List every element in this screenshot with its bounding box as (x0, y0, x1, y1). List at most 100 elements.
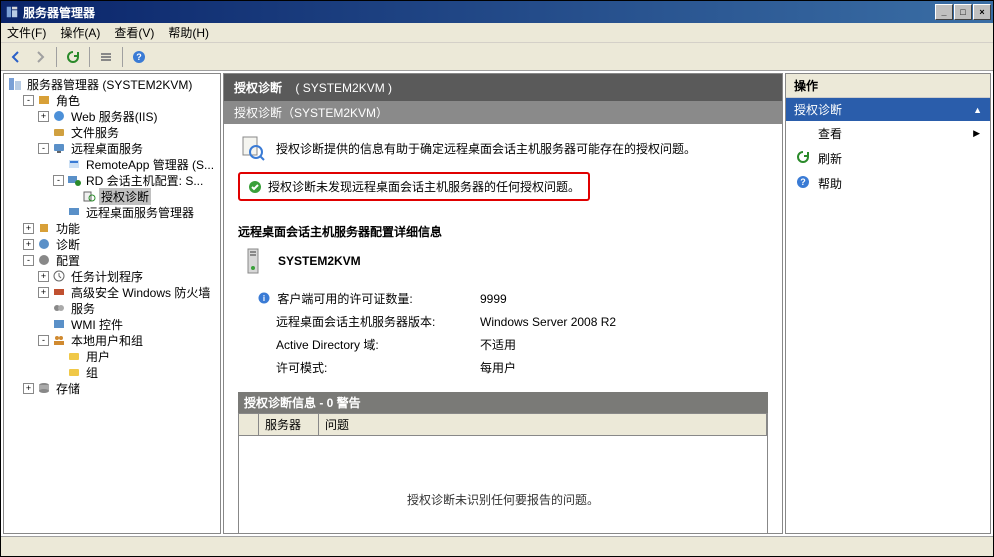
collapse-arrow-icon[interactable]: ▲ (973, 105, 982, 115)
menu-help[interactable]: 帮助(H) (168, 24, 209, 41)
expand-icon[interactable]: + (23, 383, 34, 394)
action-help[interactable]: ? 帮助 (786, 171, 990, 196)
server-name: SYSTEM2KVM (278, 254, 361, 268)
tree-node-storage[interactable]: + 存储 (8, 380, 218, 396)
action-refresh[interactable]: 刷新 (786, 146, 990, 171)
maximize-button[interactable]: □ (954, 4, 972, 20)
grid-header: 授权诊断信息 - 0 警告 (238, 392, 768, 413)
help-toolbar-button[interactable]: ? (128, 46, 150, 68)
tree-node-rdconfig[interactable]: - RD 会话主机配置: S... (8, 172, 218, 188)
tree-node-diagnostics[interactable]: + 诊断 (8, 236, 218, 252)
view-list-button[interactable] (95, 46, 117, 68)
tree-node-services[interactable]: 服务 (8, 300, 218, 316)
tree-node-root[interactable]: 服务器管理器 (SYSTEM2KVM) (8, 76, 218, 92)
tree-node-rds[interactable]: - 远程桌面服务 (8, 140, 218, 156)
header-host: ( SYSTEM2KVM ) (295, 81, 392, 95)
tree-node-fileservice[interactable]: 文件服务 (8, 124, 218, 140)
window-title: 服务器管理器 (23, 4, 935, 21)
action-view[interactable]: 查看 ▶ (786, 121, 990, 146)
licdiag-icon (82, 189, 96, 203)
tree-node-licdiag[interactable]: 授权诊断 (8, 188, 218, 204)
tree-node-remoteapp[interactable]: RemoteApp 管理器 (S... (8, 156, 218, 172)
collapse-icon[interactable]: - (53, 175, 64, 186)
details-header: 授权诊断 ( SYSTEM2KVM ) (224, 74, 782, 101)
collapse-icon[interactable]: - (38, 335, 49, 346)
collapse-icon[interactable]: - (23, 255, 34, 266)
menu-file[interactable]: 文件(F) (7, 24, 46, 41)
grid-col-server[interactable]: 服务器 (259, 414, 319, 435)
row-ad: Active Directory 域: 不适用 (258, 334, 616, 355)
close-button[interactable]: × (973, 4, 991, 20)
refresh-toolbar-button[interactable] (62, 46, 84, 68)
minimize-button[interactable]: _ (935, 4, 953, 20)
tree-node-rdsmgr[interactable]: 远程桌面服务管理器 (8, 204, 218, 220)
back-button[interactable] (5, 46, 27, 68)
refresh-icon (796, 150, 810, 167)
scheduler-icon (52, 269, 66, 283)
tree-node-firewall[interactable]: + 高级安全 Windows 防火墙 (8, 284, 218, 300)
actions-title: 操作 (786, 74, 990, 98)
separator (122, 47, 123, 67)
expand-icon[interactable]: + (23, 223, 34, 234)
actions-band: 授权诊断 ▲ (786, 98, 990, 121)
svg-text:?: ? (800, 177, 806, 187)
tree-node-features[interactable]: + 功能 (8, 220, 218, 236)
server-icon (238, 246, 268, 276)
menu-view[interactable]: 查看(V) (114, 24, 154, 41)
wmi-icon (52, 317, 66, 331)
expand-icon[interactable]: + (38, 287, 49, 298)
collapse-icon[interactable]: - (23, 95, 34, 106)
row-licenses: i 客户端可用的许可证数量: 9999 (258, 288, 616, 309)
diagnostics-grid: 服务器 问题 授权诊断未识别任何要报告的问题。 (238, 413, 768, 533)
tree-node-groups[interactable]: 组 (8, 364, 218, 380)
tree-node-roles[interactable]: - 角色 (8, 92, 218, 108)
header-title: 授权诊断 (234, 81, 282, 95)
details-subheader: 授权诊断（SYSTEM2KVM） (224, 101, 782, 124)
expand-icon[interactable]: + (38, 111, 49, 122)
svg-text:?: ? (136, 52, 142, 62)
tree-node-web[interactable]: + Web 服务器(IIS) (8, 108, 218, 124)
intro-text: 授权诊断提供的信息有助于确定远程桌面会话主机服务器可能存在的授权问题。 (276, 140, 696, 157)
server-block: SYSTEM2KVM (238, 246, 768, 276)
tree-pane[interactable]: 服务器管理器 (SYSTEM2KVM) - 角色 + Web 服务器(IIS) … (3, 73, 221, 534)
storage-icon (37, 381, 51, 395)
action-help-label: 帮助 (818, 175, 842, 192)
expand-icon[interactable]: + (38, 271, 49, 282)
menu-action[interactable]: 操作(A) (60, 24, 100, 41)
details-body[interactable]: 授权诊断提供的信息有助于确定远程桌面会话主机服务器可能存在的授权问题。 授权诊断… (224, 124, 782, 533)
grid-col-icon[interactable] (239, 414, 259, 435)
folder-icon (67, 365, 81, 379)
server-manager-icon (8, 77, 22, 91)
tree-node-lusrmgr[interactable]: - 本地用户和组 (8, 332, 218, 348)
grid-empty-text: 授权诊断未识别任何要报告的问题。 (407, 491, 599, 508)
status-box: 授权诊断未发现远程桌面会话主机服务器的任何授权问题。 (238, 172, 590, 201)
section-title: 远程桌面会话主机服务器配置详细信息 (238, 223, 768, 240)
tree-node-wmi[interactable]: WMI 控件 (8, 316, 218, 332)
grid-col-problem[interactable]: 问题 (319, 414, 767, 435)
help-icon: ? (796, 175, 810, 192)
ok-check-icon (248, 180, 262, 194)
app-icon (5, 5, 19, 19)
main-window: 服务器管理器 _ □ × 文件(F) 操作(A) 查看(V) 帮助(H) ? (0, 0, 994, 557)
licmode-label: 许可模式: (258, 357, 478, 378)
separator (56, 47, 57, 67)
licmode-value: 每用户 (480, 357, 616, 378)
ad-value: 不适用 (480, 334, 616, 355)
intro-row: 授权诊断提供的信息有助于确定远程桌面会话主机服务器可能存在的授权问题。 (238, 134, 768, 162)
statusbar (1, 536, 993, 556)
collapse-icon[interactable]: - (38, 143, 49, 154)
expand-icon[interactable]: + (23, 239, 34, 250)
tree-node-config[interactable]: - 配置 (8, 252, 218, 268)
services-icon (52, 301, 66, 315)
separator (89, 47, 90, 67)
features-icon (37, 221, 51, 235)
file-service-icon (52, 125, 66, 139)
licenses-value: 9999 (480, 288, 616, 309)
window-controls: _ □ × (935, 4, 991, 20)
forward-button[interactable] (29, 46, 51, 68)
tree-node-users[interactable]: 用户 (8, 348, 218, 364)
submenu-arrow-icon: ▶ (973, 128, 980, 139)
config-table: i 客户端可用的许可证数量: 9999 远程桌面会话主机服务器版本: Windo… (256, 286, 618, 380)
tree-node-scheduler[interactable]: + 任务计划程序 (8, 268, 218, 284)
toolbar: ? (1, 43, 993, 71)
